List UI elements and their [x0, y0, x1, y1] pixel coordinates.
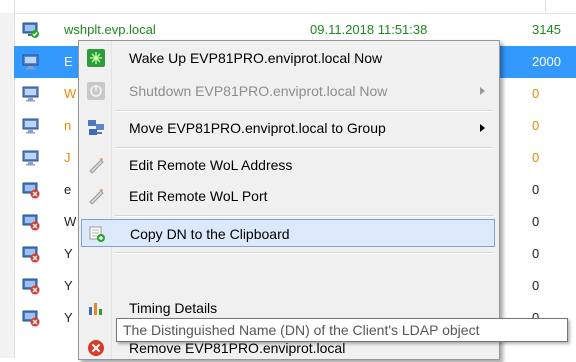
count-value: 0	[532, 86, 540, 101]
computer-error-icon	[22, 310, 40, 327]
submenu-arrow-icon	[480, 87, 485, 95]
count-value: 0	[532, 246, 540, 261]
count-value: 0	[532, 278, 540, 293]
tooltip: The Distinguished Name (DN) of the Clien…	[116, 318, 568, 342]
list-left-gutter	[0, 13, 15, 358]
computer-icon	[22, 86, 39, 102]
menu-item-edit-wol-address[interactable]: Edit Remote WoL Address	[81, 151, 495, 179]
computer-icon	[22, 118, 39, 134]
menu-item-label: Wake Up EVP81PRO.enviprot.local Now	[129, 50, 383, 66]
computer-error-icon	[22, 246, 40, 263]
computer-name: Y	[64, 278, 73, 293]
computer-name: wshplt.evp.local	[64, 22, 156, 37]
count-value: 0	[532, 118, 540, 133]
computer-name: Y	[64, 310, 73, 325]
computer-icon	[22, 54, 39, 70]
submenu-arrow-icon	[480, 124, 485, 132]
remove-icon	[88, 340, 104, 356]
menu-item-label: Edit Remote WoL Port	[129, 188, 268, 204]
computer-name: W	[64, 86, 77, 101]
computer-error-icon	[22, 278, 40, 295]
context-menu: Wake Up EVP81PRO.enviprot.local Now Shut…	[78, 40, 500, 360]
shutdown-icon	[87, 82, 105, 100]
menu-separator	[115, 110, 493, 112]
menu-item-edit-wol-port[interactable]: Edit Remote WoL Port	[81, 182, 495, 210]
computer-name: Y	[64, 246, 73, 261]
menu-item-label: Copy DN to the Clipboard	[130, 226, 290, 242]
list-header-strip	[0, 0, 576, 14]
column-separator	[545, 0, 546, 13]
move-to-group-icon	[88, 120, 104, 135]
chart-icon	[89, 303, 102, 315]
computer-name: W	[64, 214, 77, 229]
count-value: 0	[532, 214, 540, 229]
menu-item-label: Remove EVP81PRO.enviprot.local	[129, 340, 346, 356]
computer-icon	[22, 150, 39, 166]
menu-item-label: Shutdown EVP81PRO.enviprot.local Now	[129, 83, 388, 99]
count-value: 0	[532, 150, 540, 165]
computer-name: J	[64, 150, 71, 165]
menu-item-wake-up[interactable]: Wake Up EVP81PRO.enviprot.local Now	[81, 44, 495, 72]
menu-item-label: Move EVP81PRO.enviprot.local to Group	[129, 120, 386, 136]
menu-separator	[115, 252, 493, 254]
computer-name: e	[64, 182, 72, 197]
menu-item-move-to-group[interactable]: Move EVP81PRO.enviprot.local to Group	[81, 114, 495, 142]
computer-error-icon	[22, 182, 40, 199]
last-seen-date: 09.11.2018 11:51:38	[310, 22, 428, 37]
copy-dn-icon	[89, 226, 105, 242]
computer-name: n	[64, 118, 72, 133]
computer-online-icon	[22, 22, 39, 38]
edit-icon	[89, 158, 104, 174]
menu-item-label: Timing Details	[129, 300, 218, 316]
count-value: 0	[532, 182, 540, 197]
menu-separator	[115, 215, 493, 217]
computer-name: E	[64, 54, 73, 69]
wake-up-icon	[87, 49, 105, 67]
count-value: 2000	[532, 54, 561, 69]
edit-icon	[89, 189, 104, 205]
menu-separator	[115, 147, 493, 149]
column-separator	[14, 0, 15, 13]
menu-item-label: Edit Remote WoL Address	[129, 157, 293, 173]
count-value: 3145	[532, 22, 561, 37]
menu-item-shutdown[interactable]: Shutdown EVP81PRO.enviprot.local Now	[81, 77, 495, 105]
computer-error-icon	[22, 214, 40, 231]
menu-item-copy-dn[interactable]: Copy DN to the Clipboard	[81, 219, 495, 247]
